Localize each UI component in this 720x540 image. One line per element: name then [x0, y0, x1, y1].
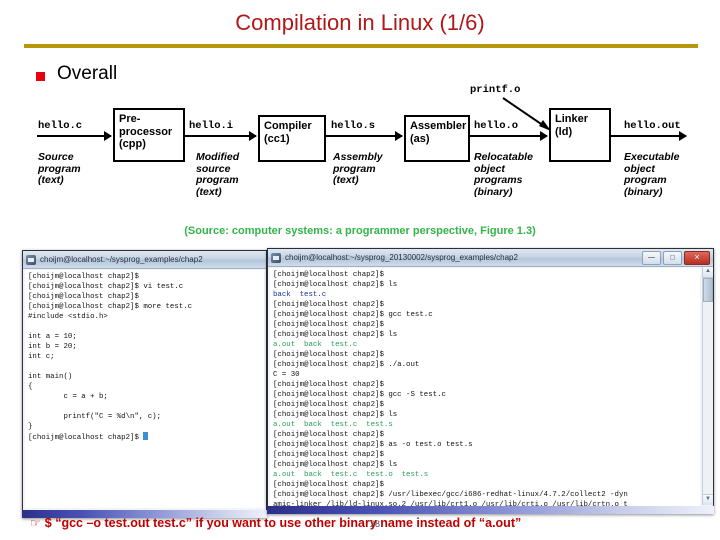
terminal-line: [choijm@localhost chap2]$ more test.c [28, 303, 193, 311]
title-divider [24, 44, 698, 48]
bottom-note-text: $ “gcc –o test.out test.c” if you want t… [44, 516, 522, 530]
diagram-label-hello-i: hello.i [189, 120, 234, 132]
close-button[interactable]: ✕ [684, 250, 710, 265]
diagram-box-assembler: Assembler (as) [404, 115, 470, 162]
terminal-line: C = 30 [273, 371, 300, 379]
scroll-down-arrow-icon[interactable]: ▼ [703, 494, 713, 505]
terminal-line: [choijm@localhost chap2]$ [273, 351, 384, 359]
terminal-line: [choijm@localhost chap2]$ [273, 401, 384, 409]
diagram-label-hello-c: hello.c [38, 120, 83, 132]
terminal-line: [choijm@localhost chap2]$ [273, 321, 384, 329]
page-number: 28 [370, 519, 381, 529]
terminal-line: [choijm@localhost chap2]$ [273, 271, 384, 279]
right-window-title: choijm@localhost:~/sysprog_20130002/sysp… [285, 253, 518, 262]
terminal-line: printf("C = %d\n", c); [28, 413, 162, 421]
left-window-titlebar[interactable]: choijm@localhost:~/sysprog_examples/chap… [23, 251, 266, 269]
terminal-line: [choijm@localhost chap2]$ ls [273, 461, 398, 469]
arrow-to-compiler [185, 131, 257, 141]
right-window-bottom-band [267, 506, 714, 514]
terminal-line: [choijm@localhost chap2]$ vi test.c [28, 283, 184, 291]
terminal-line: a.out back test.c test.s [273, 421, 393, 429]
arrow-to-assembler [326, 131, 403, 141]
terminal-line: [choijm@localhost chap2]$ ls [273, 331, 398, 339]
window-controls: — □ ✕ [642, 250, 710, 265]
left-terminal-window[interactable]: choijm@localhost:~/sysprog_examples/chap… [22, 250, 267, 518]
terminal-line: [choijm@localhost chap2]$ gcc test.c [273, 311, 433, 319]
terminal-line: [choijm@localhost chap2]$ /usr/libexec/g… [273, 491, 628, 499]
diagram-label-hello-s: hello.s [331, 120, 376, 132]
right-terminal-window[interactable]: choijm@localhost:~/sysprog_20130002/sysp… [267, 248, 714, 514]
diagram-box-preprocessor: Pre- processor (cpp) [113, 108, 185, 162]
terminal-line: a.out back test.c test.o test.s [273, 471, 429, 479]
arrow-to-preprocessor [37, 131, 112, 141]
terminal-line: { [28, 383, 33, 391]
terminal-line: [choijm@localhost chap2]$ [28, 273, 139, 281]
terminal-line: int a = 10; [28, 333, 77, 341]
compilation-pipeline-diagram: Pre- processor (cpp) Compiler (cc1) Asse… [0, 80, 720, 225]
terminal-line: int main() [28, 373, 73, 381]
arrow-to-executable [611, 131, 687, 141]
terminal-line: int b = 20; [28, 343, 77, 351]
right-terminal-output[interactable]: [choijm@localhost chap2]$ [choijm@localho… [270, 268, 700, 506]
pointing-hand-icon: ☞ [30, 516, 41, 530]
terminal-line: #include <stdio.h> [28, 313, 108, 321]
diagram-label-hello-o: hello.o [474, 120, 519, 132]
minimize-icon: — [648, 254, 655, 261]
diagram-caption-modified-source: Modified source program (text) [196, 151, 240, 198]
page-title: Compilation in Linux (1/6) [235, 10, 485, 35]
minimize-button[interactable]: — [642, 250, 661, 265]
terminal-app-icon [26, 254, 36, 265]
left-window-title: choijm@localhost:~/sysprog_examples/chap… [40, 255, 203, 264]
diagram-label-printf-o: printf.o [470, 84, 521, 96]
diagram-caption-assembly-program: Assembly program (text) [333, 151, 383, 186]
terminal-line: [choijm@localhost chap2]$ [273, 481, 384, 489]
diagram-box-compiler: Compiler (cc1) [258, 115, 326, 162]
terminal-line: } [28, 423, 33, 431]
terminal-line: int c; [28, 353, 55, 361]
terminal-line: [choijm@localhost chap2]$ [273, 381, 384, 389]
left-terminal-output[interactable]: [choijm@localhost chap2]$ [choijm@localho… [25, 270, 264, 508]
diagram-caption-relocatable-objects: Relocatable object programs (binary) [474, 151, 533, 198]
terminal-line: [choijm@localhost chap2]$ [273, 301, 384, 309]
maximize-button[interactable]: □ [663, 250, 682, 265]
terminal-line: [choijm@localhost chap2]$ [28, 432, 261, 442]
terminal-line: [choijm@localhost chap2]$ [273, 451, 384, 459]
terminal-line: [choijm@localhost chap2]$ as -o test.o t… [273, 441, 473, 449]
maximize-icon: □ [670, 254, 675, 261]
right-window-titlebar[interactable]: choijm@localhost:~/sysprog_20130002/sysp… [268, 249, 713, 267]
diagram-label-hello-out: hello.out [624, 120, 681, 132]
source-caption: (Source: computer systems: a programmer … [184, 225, 536, 237]
scrollbar-thumb[interactable] [703, 278, 713, 302]
scroll-up-arrow-icon[interactable]: ▲ [703, 267, 713, 278]
terminal-line: [choijm@localhost chap2]$ [273, 431, 384, 439]
terminal-line: [choijm@localhost chap2]$ ls [273, 411, 398, 419]
terminal-line: back test.c [273, 291, 327, 299]
terminal-line: c = a + b; [28, 393, 108, 401]
terminal-line: [choijm@localhost chap2]$ [28, 293, 139, 301]
terminal-app-icon [271, 252, 281, 263]
terminal-cursor [143, 432, 149, 440]
close-icon: ✕ [694, 254, 700, 261]
diagram-caption-source-program: Source program (text) [38, 151, 81, 186]
terminal-line: [choijm@localhost chap2]$ ./a.out [273, 361, 420, 369]
terminal-line: [choijm@localhost chap2]$ ls [273, 281, 398, 289]
diagram-caption-executable-object: Executable object program (binary) [624, 151, 680, 198]
right-terminal-scrollbar[interactable]: ▲ ▼ [702, 267, 713, 505]
terminal-line: a.out back test.c [273, 341, 358, 349]
terminal-line: [choijm@localhost chap2]$ gcc -S test.c [273, 391, 446, 399]
